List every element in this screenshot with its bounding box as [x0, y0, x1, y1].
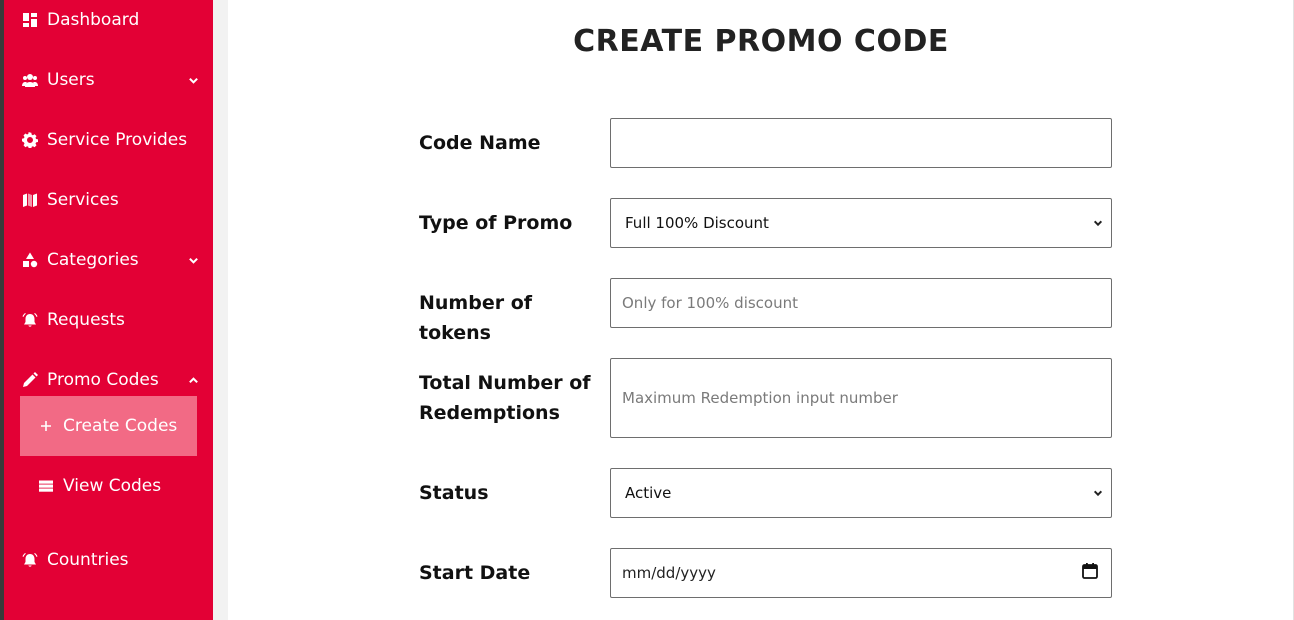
list-icon [38, 478, 54, 494]
sidebar-item-label: Services [47, 190, 119, 210]
sidebar-item-service-provides[interactable]: Service Provides [20, 120, 200, 160]
map-icon [20, 190, 40, 210]
status-select[interactable]: Active [610, 468, 1112, 518]
pencil-icon [20, 370, 40, 390]
calendar-icon[interactable] [1081, 562, 1099, 584]
sidebar-item-label: Promo Codes [47, 370, 159, 390]
status-selected-value: Active [625, 484, 672, 502]
redemptions-input[interactable] [610, 358, 1112, 438]
tokens-input[interactable] [610, 278, 1112, 328]
chevron-down-icon [1093, 214, 1103, 232]
sidebar-item-services[interactable]: Services [20, 180, 200, 220]
sidebar-item-label: Service Provides [47, 130, 188, 150]
sidebar-subitem-create-codes[interactable]: Create Codes [20, 396, 197, 456]
plus-icon [38, 418, 54, 434]
code-name-label: Code Name [419, 132, 541, 154]
sidebar-item-promo-codes[interactable]: Promo Codes [20, 360, 200, 400]
sidebar-item-label: Countries [47, 550, 129, 570]
redemptions-label-line2: Redemptions [419, 402, 560, 424]
sidebar-item-label: Users [47, 70, 95, 90]
shapes-icon [20, 250, 40, 270]
sidebar-item-users[interactable]: Users [20, 60, 200, 100]
sidebar-item-label: Requests [47, 310, 125, 330]
sidebar-item-countries[interactable]: Countries [20, 540, 200, 580]
sidebar: Dashboard Users Service Provides Service… [0, 0, 213, 620]
redemptions-label: Total Number of Redemptions [419, 368, 599, 428]
chevron-down-icon[interactable] [186, 73, 200, 87]
promo-type-label: Type of Promo [419, 212, 573, 234]
code-name-input[interactable] [610, 118, 1112, 168]
sidebar-item-categories[interactable]: Categories [20, 240, 200, 280]
gear-icon [20, 130, 40, 150]
app-window: Dashboard Users Service Provides Service… [0, 0, 1294, 620]
promo-type-selected-value: Full 100% Discount [625, 214, 769, 232]
chevron-up-icon[interactable] [186, 373, 200, 387]
start-date-value: mm/dd/yyyy [622, 564, 716, 582]
chevron-down-icon[interactable] [186, 253, 200, 267]
promo-type-select[interactable]: Full 100% Discount [610, 198, 1112, 248]
sidebar-item-label: Categories [47, 250, 139, 270]
redemptions-label-line1: Total Number of [419, 372, 591, 394]
sidebar-item-requests[interactable]: Requests [20, 300, 200, 340]
dashboard-icon [20, 10, 40, 30]
page-title: CREATE PROMO CODE [573, 24, 949, 59]
start-date-input[interactable]: mm/dd/yyyy [610, 548, 1112, 598]
sidebar-subitem-label: Create Codes [63, 416, 178, 436]
alarm-bell-icon [20, 310, 40, 330]
alarm-bell-icon [20, 550, 40, 570]
chevron-down-icon [1093, 484, 1103, 502]
tokens-label: Number of tokens [419, 292, 533, 344]
sidebar-item-label: Dashboard [47, 10, 140, 30]
users-icon [20, 70, 40, 90]
sidebar-subitem-label: View Codes [63, 476, 162, 496]
status-label: Status [419, 482, 489, 504]
main-content: CREATE PROMO CODE Code Name Type of Prom… [228, 0, 1294, 620]
sidebar-item-dashboard[interactable]: Dashboard [20, 0, 200, 40]
start-date-label: Start Date [419, 562, 531, 584]
sidebar-subitem-view-codes[interactable]: View Codes [20, 456, 197, 516]
